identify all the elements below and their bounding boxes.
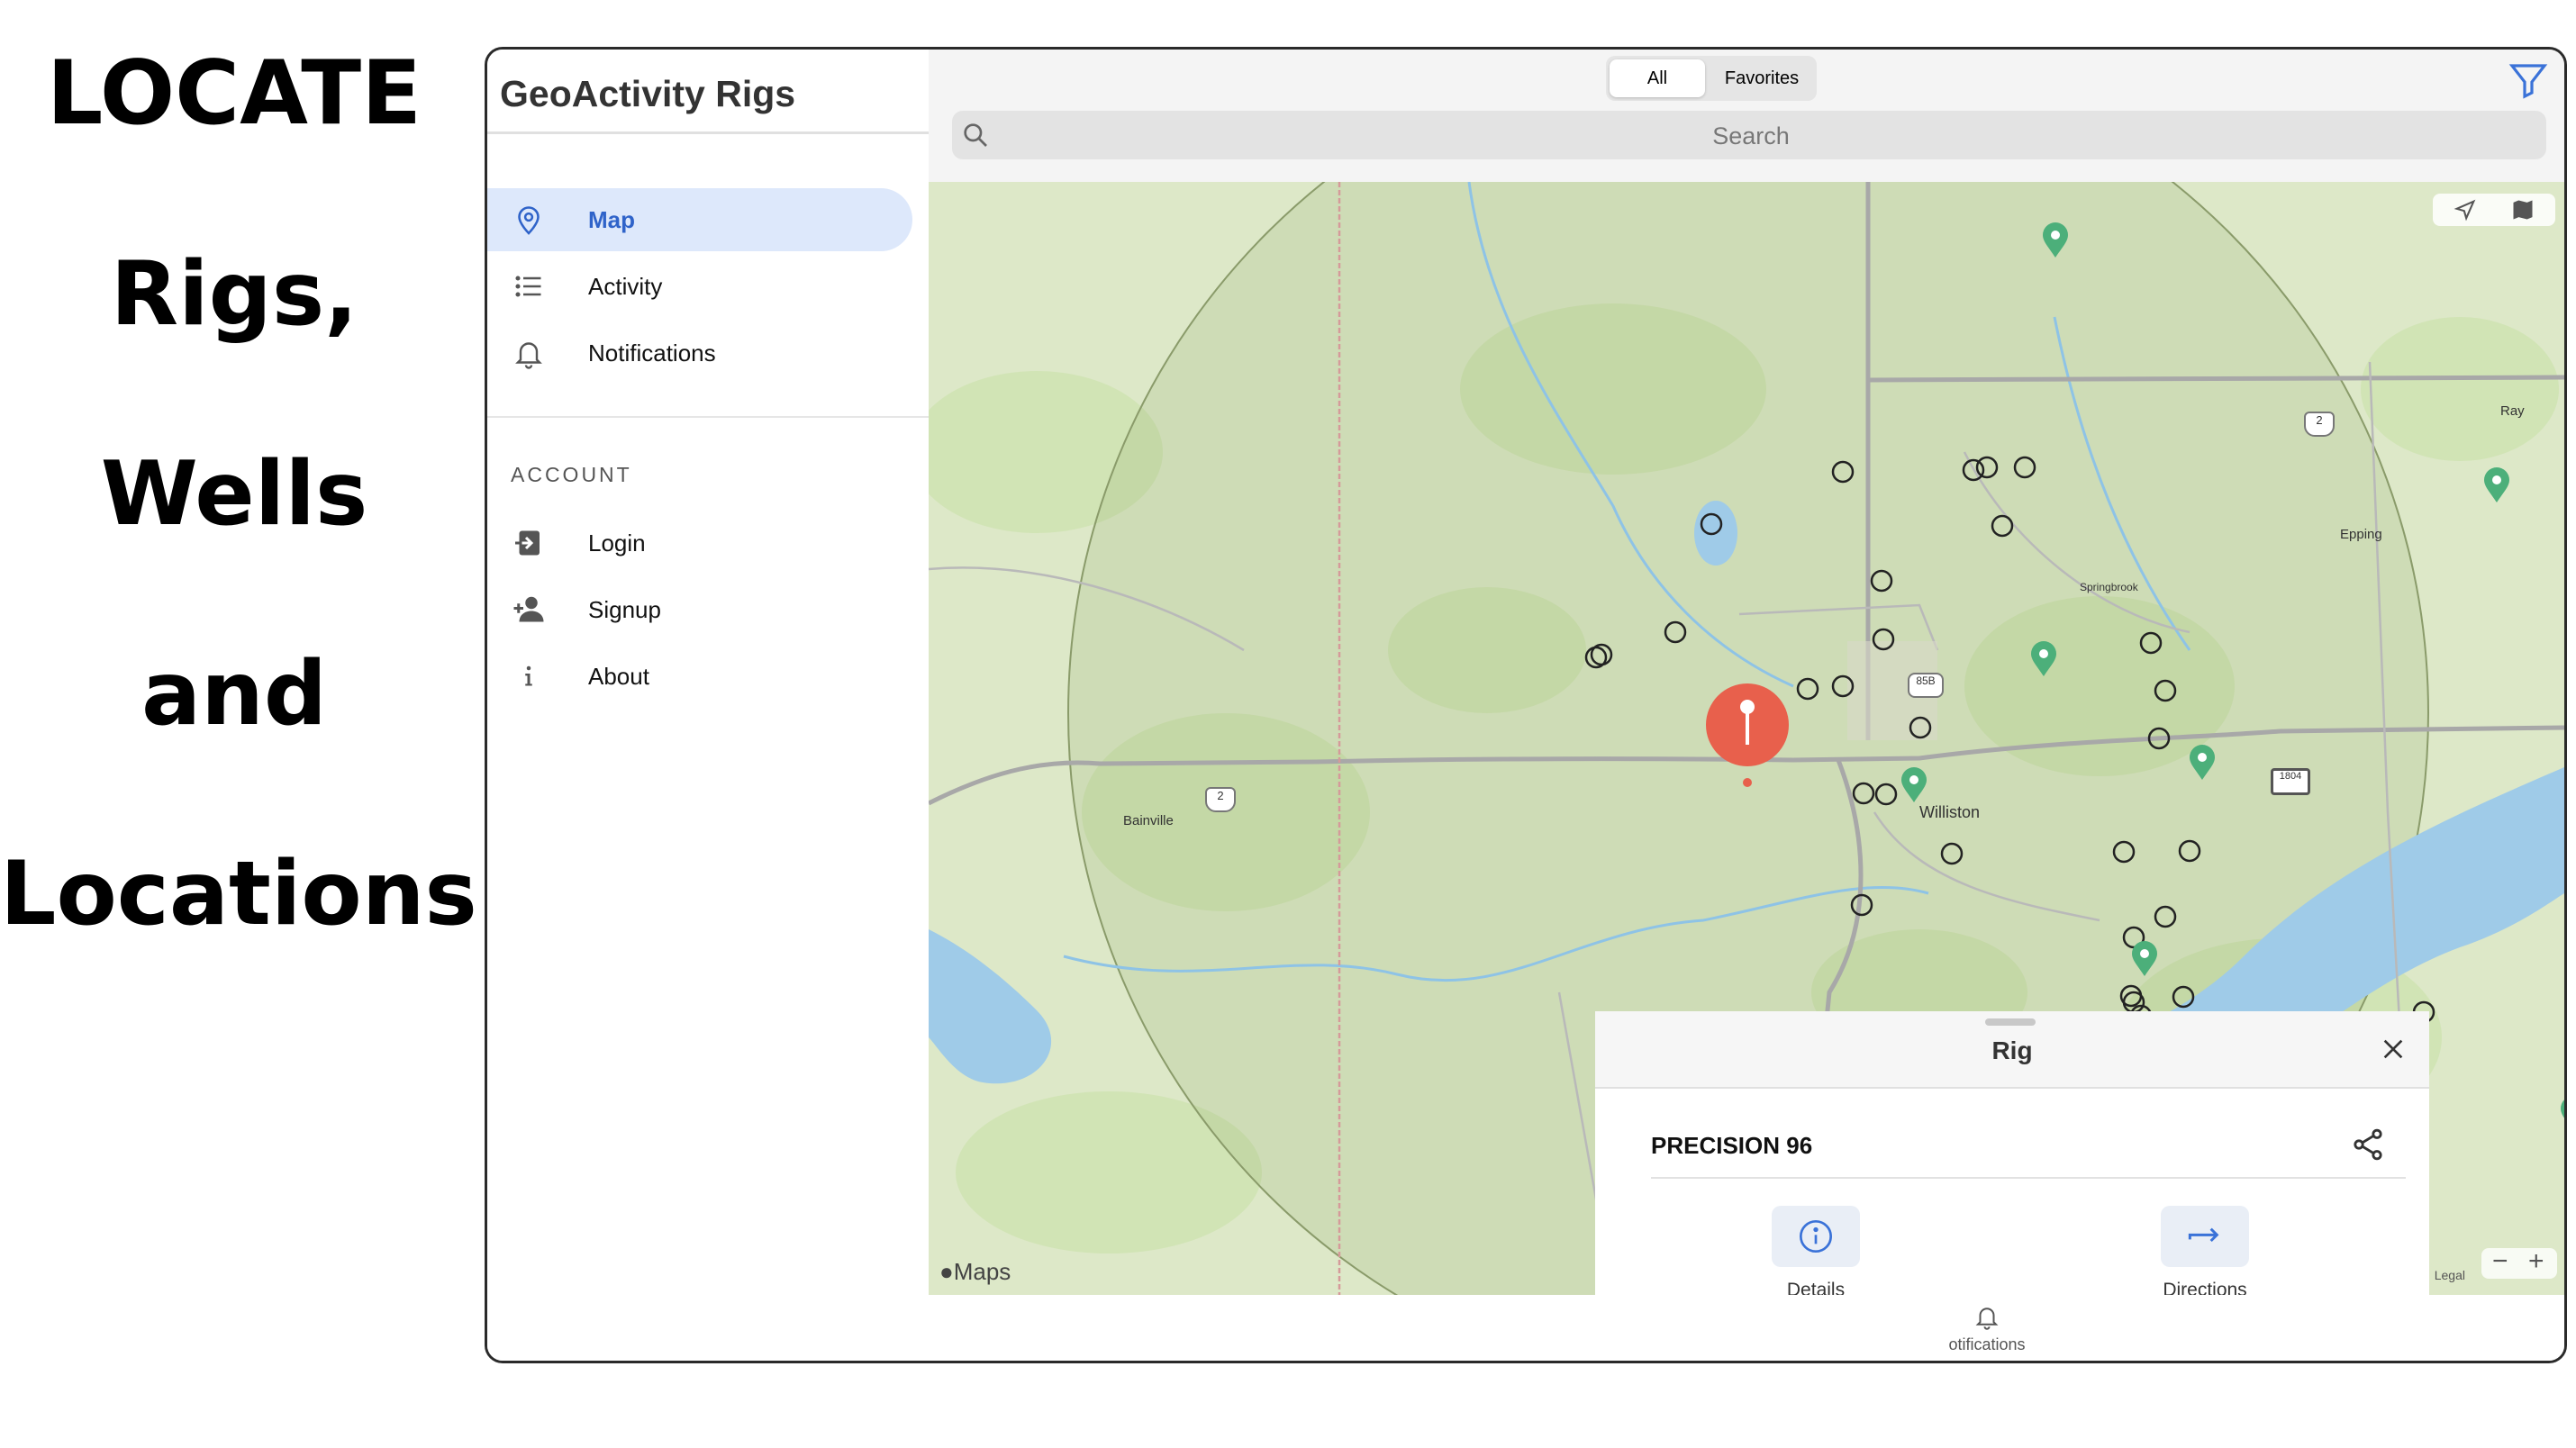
map-controls (2433, 194, 2555, 226)
sheet-grabber[interactable] (1985, 1018, 2036, 1026)
promo-line-and: and (141, 643, 328, 746)
bell-icon (1975, 1308, 1999, 1330)
zoom-in-button[interactable]: + (2528, 1246, 2544, 1277)
zoom-out-button[interactable]: − (2492, 1246, 2508, 1277)
bottom-tab-bar: otifications (929, 1295, 2564, 1361)
directions-button[interactable]: Directions (2133, 1206, 2277, 1301)
filter-icon[interactable] (2507, 59, 2550, 102)
route-shield: 2 (2304, 412, 2335, 437)
info-circle-icon (1800, 1220, 1832, 1253)
search-input[interactable] (952, 111, 2550, 161)
place-label: Williston (1919, 803, 1981, 821)
place-label: Springbrook (2080, 581, 2138, 593)
add-user-icon (513, 596, 544, 622)
sidebar: GeoActivity Rigs Map Activity Notificati… (487, 50, 930, 1361)
promo-line-wells: Wells (100, 443, 368, 546)
route-shield: 85B (1908, 673, 1944, 698)
sidebar-item-label: Activity (588, 273, 663, 300)
location-pin-icon (518, 206, 540, 235)
promo-line-locate: LOCATE (46, 42, 422, 145)
account-header: ACCOUNT (511, 463, 632, 486)
place-label: Bainville (1123, 813, 1174, 828)
directions-arrow-icon (2188, 1227, 2219, 1243)
device-frame: GeoActivity Rigs Map Activity Notificati… (485, 47, 2567, 1363)
divider (487, 416, 929, 418)
segmented-control: All Favorites (1606, 56, 1817, 101)
sidebar-item-activity[interactable]: Activity (487, 255, 929, 318)
apple-logo-icon: ● (939, 1258, 954, 1285)
sidebar-item-about[interactable]: About (487, 645, 929, 708)
route-shield: 1804 (2271, 768, 2310, 795)
search-bar (952, 111, 2550, 161)
current-location-icon[interactable] (2453, 197, 2478, 222)
maps-attribution: ●Maps (939, 1258, 1011, 1285)
sidebar-item-notifications[interactable]: Notifications (487, 321, 929, 385)
divider (487, 131, 929, 134)
bell-icon (515, 342, 542, 369)
details-button[interactable]: Details (1744, 1206, 1888, 1301)
sidebar-item-map[interactable]: Map (487, 188, 912, 251)
sidebar-item-label: Map (588, 206, 635, 233)
segment-favorites[interactable]: Favorites (1710, 59, 1813, 97)
share-icon[interactable] (2350, 1127, 2386, 1163)
map-style-icon[interactable] (2510, 197, 2535, 222)
sheet-header: Rig (1595, 1011, 2429, 1089)
tab-label: otifications (1948, 1335, 2026, 1353)
search-icon (964, 123, 987, 147)
login-icon (515, 530, 540, 556)
sidebar-item-login[interactable]: Login (487, 511, 929, 575)
promo-line-locations: Locations (0, 843, 477, 946)
app-title: GeoActivity Rigs (500, 73, 796, 114)
info-icon (525, 665, 532, 686)
selected-rig-pin[interactable] (1704, 682, 1791, 792)
zoom-controls: − + (2481, 1246, 2557, 1279)
sidebar-item-signup[interactable]: Signup (487, 578, 929, 641)
place-label: Ray (2500, 403, 2525, 419)
route-shield: 2 (1205, 787, 1236, 812)
sheet-title: Rig (1991, 1036, 2033, 1064)
promo-line-rigs: Rigs, (110, 243, 358, 346)
legal-link[interactable]: Legal (2435, 1268, 2465, 1282)
sidebar-item-label: Notifications (588, 339, 716, 367)
segment-all[interactable]: All (1610, 59, 1705, 97)
rig-name: PRECISION 96 (1651, 1132, 1813, 1159)
tab-notifications[interactable]: otifications (1933, 1302, 2041, 1354)
close-icon[interactable] (2379, 1035, 2408, 1063)
sidebar-item-label: Signup (588, 596, 661, 623)
place-label: Epping (2340, 527, 2382, 542)
sidebar-item-label: Login (588, 529, 646, 557)
sidebar-item-label: About (588, 663, 649, 690)
list-icon (515, 276, 541, 297)
divider (1651, 1177, 2406, 1179)
top-bar: All Favorites (929, 50, 2564, 182)
